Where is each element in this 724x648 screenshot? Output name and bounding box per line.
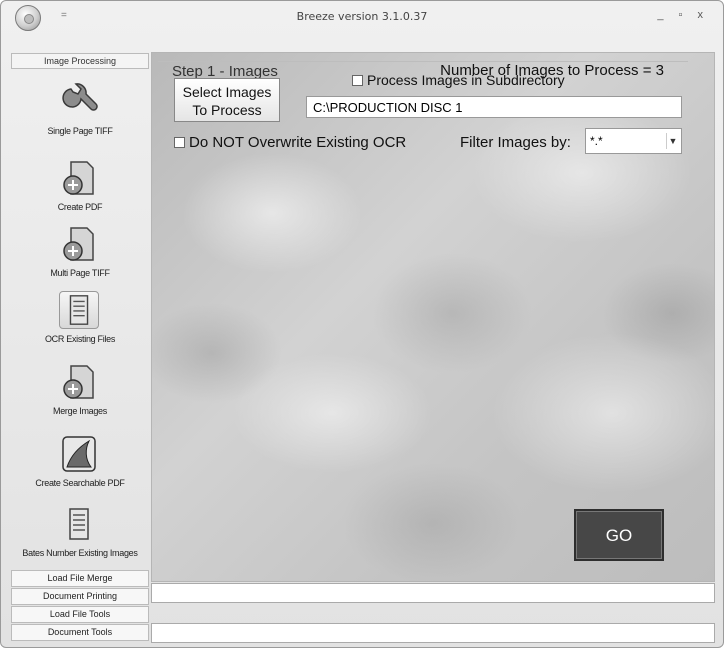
filter-select[interactable]: *.* ▼	[585, 128, 682, 154]
sidebar-item-merge-images[interactable]: Merge Images	[11, 363, 149, 433]
sidebar-item-multi-page-tiff[interactable]: Multi Page TIFF	[11, 225, 149, 295]
pdf-icon	[59, 435, 99, 473]
filter-label: Filter Images by:	[460, 134, 571, 151]
sidebar-header-image-processing[interactable]: Image Processing	[11, 53, 149, 69]
window-title: Breeze version 3.1.0.37	[296, 10, 428, 23]
path-field[interactable]: C:\PRODUCTION DISC 1	[306, 96, 682, 118]
wrench-icon	[59, 83, 99, 121]
checkbox-icon[interactable]	[352, 74, 363, 86]
no-overwrite-label: Do NOT Overwrite Existing OCR	[189, 134, 407, 151]
document-add-icon	[59, 159, 99, 197]
sidebar-item-create-searchable-pdf[interactable]: Create Searchable PDF	[11, 435, 149, 505]
select-images-button[interactable]: Select Images To Process	[174, 78, 280, 122]
sidebar-item-ocr-existing-files[interactable]: OCR Existing Files	[11, 291, 149, 361]
select-images-button-label-2: To Process	[192, 102, 262, 118]
no-overwrite-checkbox[interactable]: Do NOT Overwrite Existing OCR	[174, 134, 406, 151]
subdirectory-label: Process Images in Subdirectory	[367, 72, 565, 88]
sidebar-item-label: Bates Number Existing Images	[22, 548, 138, 558]
sidebar-item-create-pdf[interactable]: Create PDF	[11, 159, 149, 229]
document-add-icon	[59, 363, 99, 401]
sidebar-section-document-tools[interactable]: Document Tools	[11, 624, 149, 641]
subdirectory-checkbox[interactable]: Process Images in Subdirectory	[352, 72, 565, 88]
sidebar: Image Processing Single Page TIFF Create…	[11, 53, 149, 643]
checkbox-icon[interactable]	[174, 136, 185, 148]
text-document-icon	[59, 291, 99, 329]
sidebar-item-label: Create Searchable PDF	[35, 478, 125, 488]
go-button[interactable]: GO	[574, 509, 664, 561]
sidebar-section-document-printing[interactable]: Document Printing	[11, 588, 149, 605]
window-controls[interactable]: _ ▫ x	[657, 9, 709, 21]
main-panel: Step 1 - Images Number of Images to Proc…	[151, 52, 715, 582]
document-add-icon	[59, 225, 99, 263]
app-window: = Breeze version 3.1.0.37 _ ▫ x Image Pr…	[0, 0, 724, 648]
filter-value: *.*	[590, 134, 603, 148]
sidebar-section-load-file-merge[interactable]: Load File Merge	[11, 570, 149, 587]
title-bar: = Breeze version 3.1.0.37 _ ▫ x	[1, 1, 723, 35]
sidebar-item-bates-number-existing-images[interactable]: Bates Number Existing Images	[11, 505, 149, 575]
sidebar-item-label: Merge Images	[53, 406, 107, 416]
sidebar-item-single-page-tiff[interactable]: Single Page TIFF	[11, 83, 149, 153]
sidebar-item-label: Single Page TIFF	[47, 126, 113, 136]
select-images-button-label-1: Select Images	[182, 84, 272, 100]
chevron-down-icon[interactable]: ▼	[666, 133, 679, 149]
text-document-icon	[59, 505, 99, 543]
sidebar-item-label: Create PDF	[57, 202, 103, 212]
progress-bar-top	[151, 583, 715, 603]
sidebar-section-load-file-tools[interactable]: Load File Tools	[11, 606, 149, 623]
sidebar-item-label: OCR Existing Files	[44, 334, 116, 344]
sidebar-item-label: Multi Page TIFF	[50, 268, 110, 278]
progress-bar-bottom	[151, 623, 715, 643]
